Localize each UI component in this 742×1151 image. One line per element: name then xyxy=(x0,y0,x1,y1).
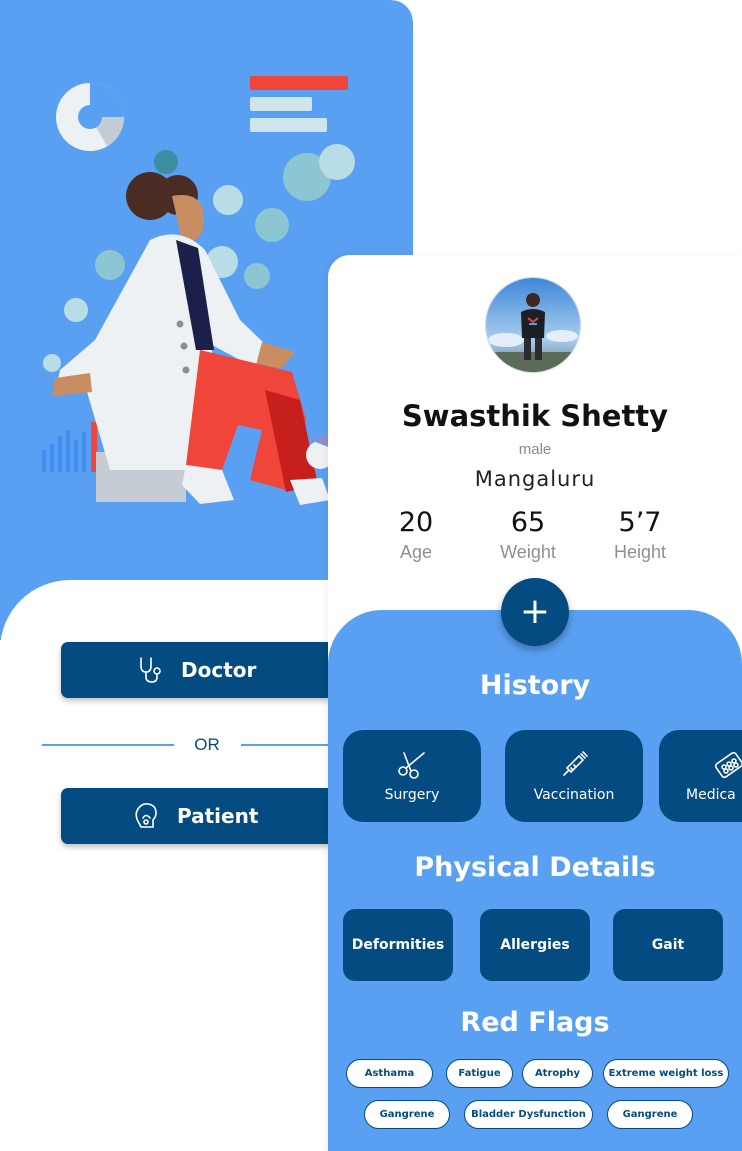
patient-button[interactable]: Patient xyxy=(61,788,361,844)
physical-card-allergies[interactable]: Allergies xyxy=(480,909,590,981)
stethoscope-icon xyxy=(140,657,161,683)
stat-weight: 65 Weight xyxy=(473,507,583,563)
stat-height-value: 5’7 xyxy=(618,507,662,538)
scissors-icon xyxy=(398,752,425,779)
red-flag-chip[interactable]: Gangrene xyxy=(607,1100,693,1129)
red-flag-chip[interactable]: Bladder Dysfunction xyxy=(464,1100,593,1129)
red-flag-chip[interactable]: Extreme weight loss xyxy=(603,1059,729,1088)
red-flag-chip[interactable]: Atrophy xyxy=(522,1059,593,1088)
stat-height-label: Height xyxy=(613,542,667,562)
pills-icon xyxy=(714,751,742,779)
history-card-label: Vaccination xyxy=(533,787,615,803)
or-divider: OR xyxy=(42,732,342,758)
red-flag-chip[interactable]: Asthama xyxy=(346,1059,433,1088)
red-flag-chip[interactable]: Fatigue xyxy=(446,1059,513,1088)
stat-weight-value: 65 xyxy=(510,507,546,538)
patient-button-label: Patient xyxy=(177,804,259,828)
stat-age-label: Age xyxy=(399,542,433,562)
divider-line-left xyxy=(42,744,174,746)
physical-card-gait[interactable]: Gait xyxy=(613,909,723,981)
red-flags-title: Red Flags xyxy=(460,1007,610,1038)
profile-screen: Swasthik Shetty male Mangaluru 20 Age 65… xyxy=(328,255,742,1151)
doctor-button-label: Doctor xyxy=(181,658,257,682)
syringe-icon xyxy=(563,751,588,776)
stat-age: 20 Age xyxy=(361,507,471,563)
add-button[interactable]: + xyxy=(501,578,569,646)
red-flag-chip[interactable]: Gangrene xyxy=(364,1100,450,1129)
history-card-vaccination[interactable]: Vaccination xyxy=(505,730,643,822)
avatar[interactable] xyxy=(485,277,581,373)
history-card-medication[interactable]: Medica xyxy=(659,730,742,822)
profile-gender: male xyxy=(518,441,552,458)
patient-icon xyxy=(135,803,157,828)
physical-card-deformities[interactable]: Deformities xyxy=(343,909,453,981)
medical-details-panel: History Surgery Vaccination Medica Physi… xyxy=(328,610,742,1151)
profile-city: Mangaluru xyxy=(474,467,596,491)
profile-name: Swasthik Shetty xyxy=(401,399,669,433)
history-card-label: Surgery xyxy=(384,787,440,803)
doctor-button[interactable]: Doctor xyxy=(61,642,361,698)
history-card-surgery[interactable]: Surgery xyxy=(343,730,481,822)
profile-photo xyxy=(486,278,580,372)
or-label: OR xyxy=(194,735,220,754)
history-title: History xyxy=(479,670,591,701)
stat-age-value: 20 xyxy=(398,507,434,538)
history-card-label: Medica xyxy=(686,787,736,803)
stat-height: 5’7 Height xyxy=(585,507,695,563)
physical-details-title: Physical Details xyxy=(414,852,656,883)
stat-weight-label: Weight xyxy=(500,542,556,562)
divider-line-right xyxy=(241,744,342,746)
